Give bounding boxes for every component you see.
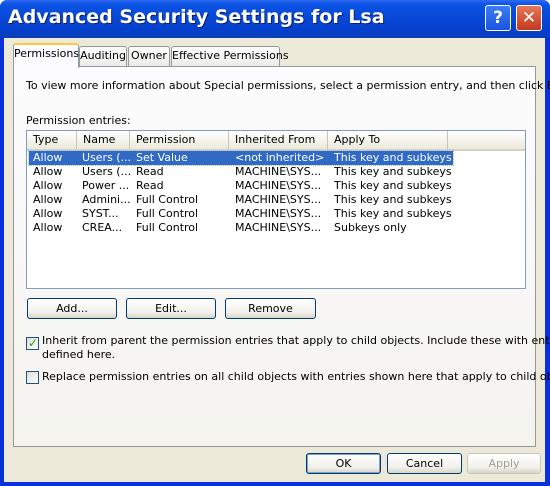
apply-button[interactable]: Apply <box>467 453 541 474</box>
table-row[interactable]: Allow Users (... Set Value <not inherite… <box>27 150 525 166</box>
dialog-window: Advanced Security Settings for Lsa ? ✕ P… <box>0 0 550 486</box>
close-button[interactable]: ✕ <box>516 5 542 31</box>
add-button[interactable]: Add... <box>27 298 117 319</box>
cell-inherited-from: <not inherited> <box>235 151 325 164</box>
checkmark-icon: ✓ <box>28 336 39 350</box>
cell-type: Allow <box>33 221 63 234</box>
cell-permission: Full Control <box>136 193 199 206</box>
cell-apply-to: Subkeys only <box>334 221 407 234</box>
permissions-tab-panel: To view more information about Special p… <box>13 66 550 447</box>
table-row[interactable]: Allow Users (... Read MACHINE\SYS... Thi… <box>27 165 525 179</box>
column-header-apply-to[interactable]: Apply To <box>328 131 448 149</box>
inherit-checkbox-label-line2: defined here. <box>42 348 116 361</box>
cell-inherited-from: MACHINE\SYS... <box>235 193 322 206</box>
ok-button[interactable]: OK <box>306 453 381 474</box>
window-title: Advanced Security Settings for Lsa <box>8 6 385 28</box>
tab-label: Effective Permissions <box>172 49 289 62</box>
cell-permission: Set Value <box>136 151 188 164</box>
cell-permission: Read <box>136 179 164 192</box>
cell-name: Admini... <box>82 193 131 206</box>
tab-owner[interactable]: Owner <box>128 46 170 66</box>
tab-label: Auditing <box>80 49 126 62</box>
table-row[interactable]: Allow CREA... Full Control MACHINE\SYS..… <box>27 221 525 235</box>
column-header-name[interactable]: Name <box>77 131 130 149</box>
cell-apply-to: This key and subkeys <box>334 179 452 192</box>
edit-button[interactable]: Edit... <box>126 298 216 319</box>
inherit-checkbox[interactable]: ✓ <box>26 336 39 350</box>
cell-inherited-from: MACHINE\SYS... <box>235 207 322 220</box>
cell-type: Allow <box>33 179 63 192</box>
cell-permission: Full Control <box>136 207 199 220</box>
column-header-type[interactable]: Type <box>27 131 77 149</box>
tab-label: Permissions <box>14 47 80 60</box>
cell-name: Power ... <box>82 179 130 192</box>
cell-apply-to: This key and subkeys <box>334 193 452 206</box>
cell-name: CREA... <box>82 221 123 234</box>
cell-inherited-from: MACHINE\SYS... <box>235 179 322 192</box>
tab-permissions[interactable]: Permissions <box>13 43 79 68</box>
cancel-button[interactable]: Cancel <box>387 453 462 474</box>
cell-name: Users (... <box>82 151 132 164</box>
replace-checkbox[interactable] <box>26 371 39 384</box>
cell-name: Users (... <box>82 165 132 178</box>
close-icon: ✕ <box>521 8 537 28</box>
cell-name: SYST... <box>82 207 119 220</box>
help-button[interactable]: ? <box>485 5 511 31</box>
cell-apply-to: This key and subkeys <box>334 207 452 220</box>
cell-permission: Read <box>136 165 164 178</box>
info-text: To view more information about Special p… <box>26 79 550 92</box>
column-header-permission[interactable]: Permission <box>130 131 229 149</box>
permission-entries-list[interactable]: Type Name Permission Inherited From Appl… <box>26 130 526 289</box>
remove-button[interactable]: Remove <box>225 298 316 319</box>
tab-auditing[interactable]: Auditing <box>79 46 127 66</box>
tab-label: Owner <box>131 49 167 62</box>
cell-inherited-from: MACHINE\SYS... <box>235 165 322 178</box>
table-row[interactable]: Allow Power ... Read MACHINE\SYS... This… <box>27 179 525 193</box>
inherit-checkbox-label-line1: Inherit from parent the permission entri… <box>42 334 550 347</box>
cell-permission: Full Control <box>136 221 199 234</box>
title-bar[interactable]: Advanced Security Settings for Lsa ? ✕ <box>0 0 550 38</box>
replace-checkbox-label: Replace permission entries on all child … <box>42 370 550 383</box>
list-header: Type Name Permission Inherited From Appl… <box>27 131 525 151</box>
table-row[interactable]: Allow Admini... Full Control MACHINE\SYS… <box>27 193 525 207</box>
cell-type: Allow <box>33 193 63 206</box>
cell-apply-to: This key and subkeys <box>334 165 452 178</box>
cell-apply-to: This key and subkeys <box>334 151 452 164</box>
cell-type: Allow <box>33 165 63 178</box>
permission-entries-label: Permission entries: <box>26 114 131 127</box>
column-header-inherited-from[interactable]: Inherited From <box>229 131 328 149</box>
cell-inherited-from: MACHINE\SYS... <box>235 221 322 234</box>
cell-type: Allow <box>33 207 63 220</box>
dialog-client: Permissions Auditing Owner Effective Per… <box>4 38 550 482</box>
tab-effective-permissions[interactable]: Effective Permissions <box>171 46 289 66</box>
cell-type: Allow <box>33 151 63 164</box>
table-row[interactable]: Allow SYST... Full Control MACHINE\SYS..… <box>27 207 525 221</box>
